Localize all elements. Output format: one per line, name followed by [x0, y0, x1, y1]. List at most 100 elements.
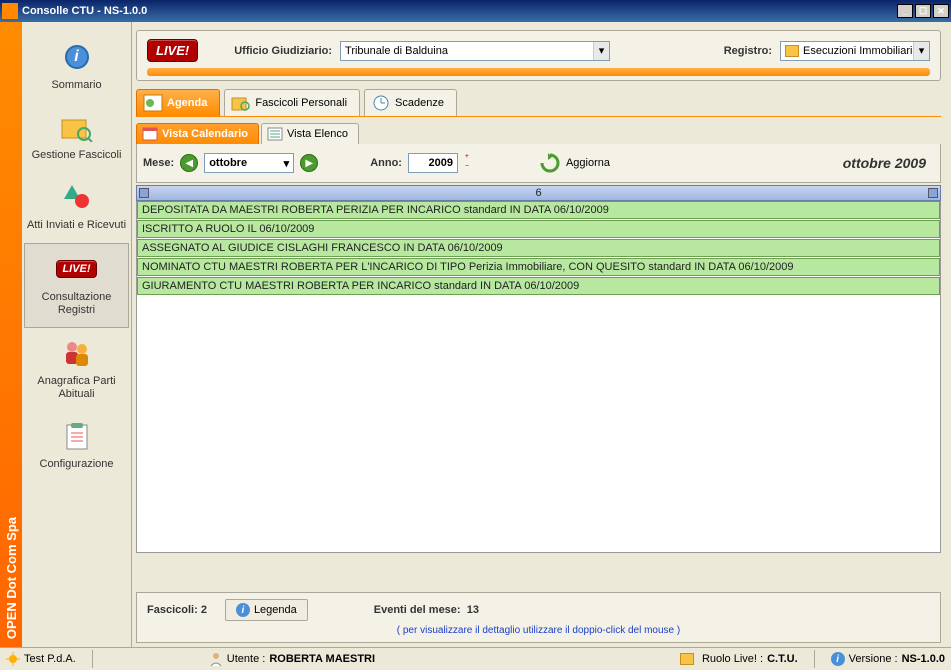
- day-number: 6: [535, 187, 541, 199]
- event-row[interactable]: ISCRITTO A RUOLO IL 06/10/2009: [137, 220, 940, 238]
- clock-icon: [371, 94, 391, 112]
- sidebar-label: Anagrafica Parti Abituali: [26, 375, 127, 401]
- sub-tabs: Vista Calendario Vista Elenco: [136, 123, 941, 144]
- statusbar: Test P.d.A. Utente : ROBERTA MAESTRI Ruo…: [0, 647, 951, 670]
- hint-text: ( per visualizzare il dettaglio utilizza…: [147, 625, 930, 636]
- prev-month-button[interactable]: ◀: [180, 154, 198, 172]
- registro-value: Esecuzioni Immobiliari: [803, 45, 912, 57]
- titlebar: Consolle CTU - NS-1.0.0 _ ☐ ✕: [0, 0, 951, 22]
- year-up-button[interactable]: +: [462, 153, 472, 163]
- list-icon: [267, 127, 283, 141]
- eventi-label: Eventi del mese:: [374, 604, 461, 616]
- people-icon: [57, 334, 97, 372]
- sidebar-item-configurazione[interactable]: Configurazione: [22, 411, 131, 481]
- subtab-label: Vista Calendario: [162, 128, 248, 140]
- sidebar-label: Consultazione Registri: [29, 291, 124, 317]
- status-ruolo: Ruolo Live! : C.T.U.: [680, 653, 798, 665]
- sidebar-label: Gestione Fascicoli: [32, 149, 122, 162]
- main-tabs: Agenda Fascicoli Personali Scadenze: [136, 89, 941, 117]
- chevron-down-icon: ▾: [913, 42, 929, 60]
- tab-scadenze[interactable]: Scadenze: [364, 89, 457, 116]
- shapes-icon: [57, 178, 97, 216]
- refresh-label: Aggiorna: [566, 157, 610, 169]
- live-icon: LIVE!: [57, 250, 97, 288]
- status-versione: i Versione : NS-1.0.0: [831, 652, 945, 666]
- sidebar: i Sommario Gestione Fascicoli Atti Invia…: [22, 22, 132, 647]
- sidebar-item-sommario[interactable]: i Sommario: [22, 32, 131, 102]
- clipboard-icon: [57, 417, 97, 455]
- mese-label: Mese:: [143, 157, 174, 169]
- filter-row: Mese: ◀ ottobre ▾ ▶ Anno: + − Aggiorna o…: [136, 144, 941, 183]
- ufficio-select[interactable]: Tribunale di Balduina ▾: [340, 41, 610, 61]
- utente-label: Utente :: [227, 653, 266, 665]
- subtab-vista-elenco[interactable]: Vista Elenco: [261, 123, 359, 144]
- calendar-user-icon: [143, 94, 163, 112]
- collapse-icon[interactable]: [139, 188, 149, 198]
- registro-label: Registro:: [724, 45, 772, 57]
- tab-agenda[interactable]: Agenda: [136, 89, 220, 116]
- anno-label: Anno:: [370, 157, 402, 169]
- close-button[interactable]: ✕: [933, 4, 949, 18]
- tab-label: Fascicoli Personali: [255, 97, 347, 109]
- status-utente: Utente : ROBERTA MAESTRI: [209, 652, 375, 666]
- ruolo-value: C.T.U.: [767, 653, 798, 665]
- tab-fascicoli-personali[interactable]: Fascicoli Personali: [224, 89, 360, 116]
- versione-label: Versione :: [849, 653, 898, 665]
- expand-icon[interactable]: [928, 188, 938, 198]
- refresh-button[interactable]: Aggiorna: [538, 152, 610, 174]
- content-bottom: Fascicoli: 2 i Legenda Eventi del mese: …: [136, 592, 941, 643]
- ufficio-value: Tribunale di Balduina: [345, 45, 448, 57]
- utente-value: ROBERTA MAESTRI: [269, 653, 375, 665]
- subtab-vista-calendario[interactable]: Vista Calendario: [136, 123, 259, 144]
- year-down-button[interactable]: −: [462, 163, 472, 173]
- top-panel: LIVE! Ufficio Giudiziario: Tribunale di …: [136, 30, 941, 81]
- registro-select[interactable]: Esecuzioni Immobiliari ▾: [780, 41, 930, 61]
- calendar-icon: [142, 127, 158, 141]
- day-header[interactable]: 6: [136, 185, 941, 201]
- ruolo-label: Ruolo Live! :: [702, 653, 763, 665]
- event-row[interactable]: DEPOSITATA DA MAESTRI ROBERTA PERIZIA PE…: [137, 201, 940, 219]
- sidebar-label: Configurazione: [40, 458, 114, 471]
- folder-icon: [680, 653, 694, 665]
- sidebar-item-atti-inviati[interactable]: Atti Inviati e Ricevuti: [22, 172, 131, 242]
- maximize-button[interactable]: ☐: [915, 4, 931, 18]
- info-icon: i: [236, 603, 250, 617]
- app-icon: [2, 3, 18, 19]
- info-icon: i: [57, 38, 97, 76]
- status-test: Test P.d.A.: [6, 652, 76, 666]
- event-list[interactable]: DEPOSITATA DA MAESTRI ROBERTA PERIZIA PE…: [136, 201, 941, 553]
- fascicoli-count: 2: [201, 604, 207, 616]
- folder-search-icon: [231, 94, 251, 112]
- tab-label: Scadenze: [395, 97, 444, 109]
- refresh-icon: [538, 152, 562, 174]
- eventi-count: 13: [467, 604, 479, 616]
- content: LIVE! Ufficio Giudiziario: Tribunale di …: [132, 22, 951, 647]
- event-row[interactable]: GIURAMENTO CTU MAESTRI ROBERTA PER INCAR…: [137, 277, 940, 295]
- sidebar-item-consultazione-registri[interactable]: LIVE! Consultazione Registri: [24, 243, 129, 328]
- legenda-button[interactable]: i Legenda: [225, 599, 308, 621]
- minimize-button[interactable]: _: [897, 4, 913, 18]
- event-row[interactable]: ASSEGNATO AL GIUDICE CISLAGHI FRANCESCO …: [137, 239, 940, 257]
- next-month-button[interactable]: ▶: [300, 154, 318, 172]
- folder-icon: [785, 45, 799, 57]
- month-select[interactable]: ottobre ▾: [204, 153, 294, 173]
- sidebar-item-anagrafica[interactable]: Anagrafica Parti Abituali: [22, 328, 131, 411]
- live-badge: LIVE!: [147, 39, 198, 62]
- brand-text: OPEN Dot Com Spa: [4, 509, 19, 647]
- sidebar-label: Sommario: [51, 79, 101, 92]
- folder-search-icon: [57, 108, 97, 146]
- chevron-down-icon: ▾: [284, 157, 290, 170]
- year-input[interactable]: [408, 153, 458, 173]
- ufficio-label: Ufficio Giudiziario:: [234, 45, 332, 57]
- versione-value: NS-1.0.0: [902, 653, 945, 665]
- year-stepper[interactable]: + −: [462, 153, 472, 173]
- subtab-label: Vista Elenco: [287, 128, 348, 140]
- tab-label: Agenda: [167, 97, 207, 109]
- chevron-down-icon: ▾: [593, 42, 609, 60]
- user-icon: [209, 652, 223, 666]
- sidebar-label: Atti Inviati e Ricevuti: [27, 219, 126, 232]
- sidebar-item-gestione-fascicoli[interactable]: Gestione Fascicoli: [22, 102, 131, 172]
- month-title: ottobre 2009: [843, 155, 934, 171]
- fascicoli-label: Fascicoli:: [147, 604, 198, 616]
- event-row[interactable]: NOMINATO CTU MAESTRI ROBERTA PER L'INCAR…: [137, 258, 940, 276]
